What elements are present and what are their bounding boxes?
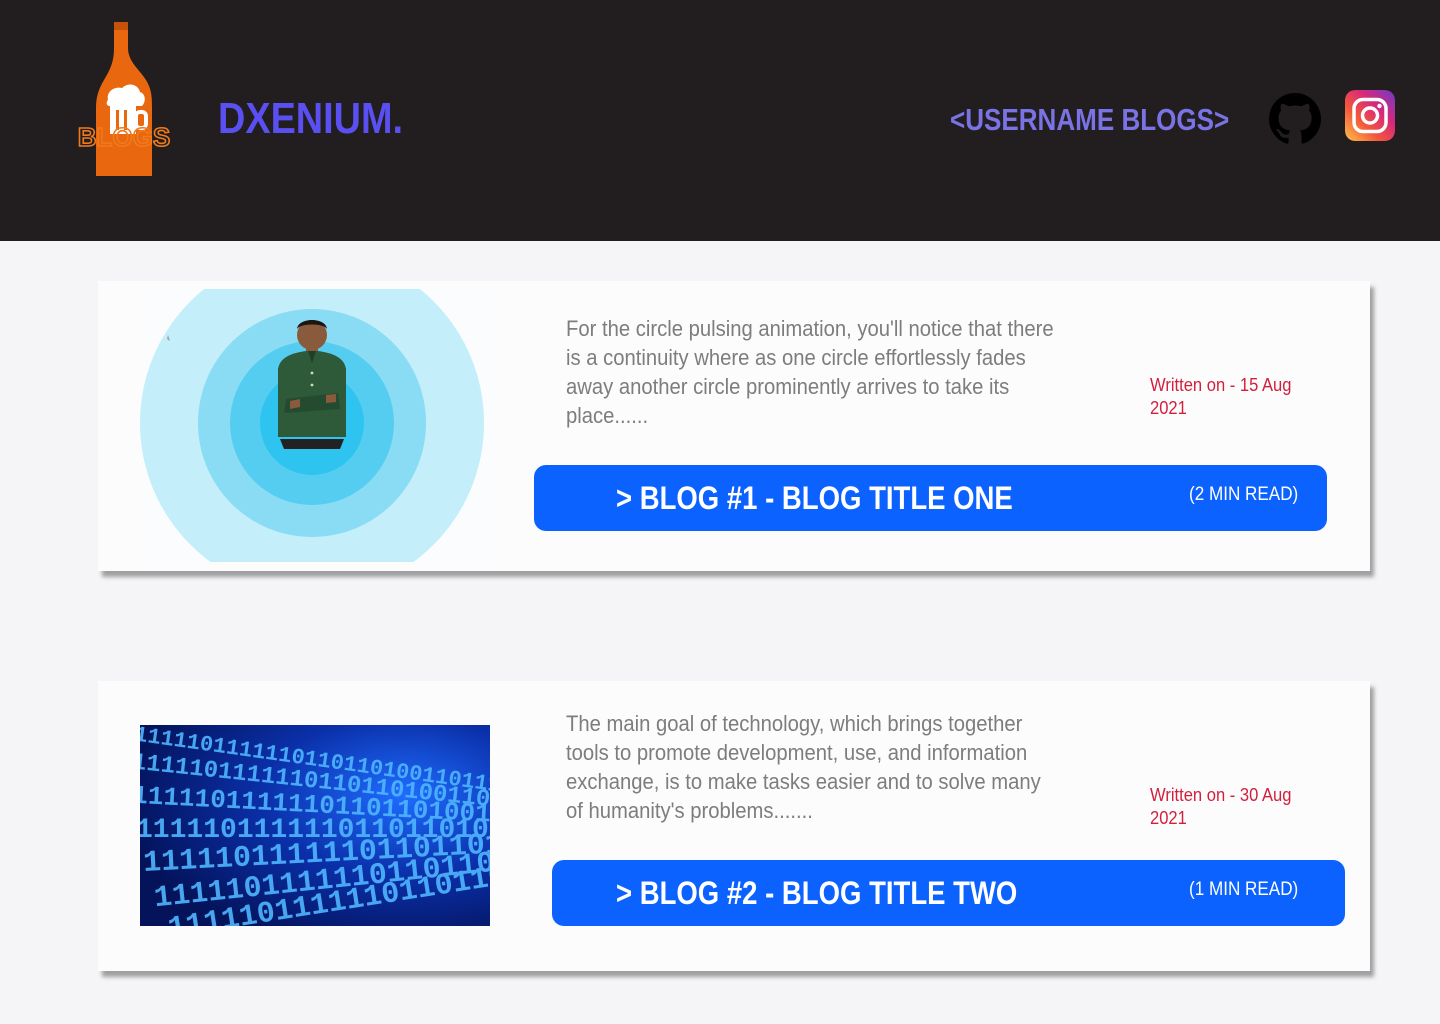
blog-2-read-time: (1 MIN READ) [1189,879,1299,900]
blog-card-2: 1111101111110110110100110111001011000100… [98,681,1370,971]
blog-1-thumbnail [140,289,502,562]
blog-2-title: > BLOG #2 - BLOG TITLE TWO [616,875,1018,911]
blog-1-excerpt: For the circle pulsing animation, you'll… [566,316,1054,428]
instagram-icon[interactable] [1345,90,1395,141]
site-header: BLOGS DXENIUM. <USERNAME BLOGS> [0,0,1440,241]
blog-2-thumbnail: 1111101111110110110100110111001011000100… [140,725,490,926]
blogs-logo[interactable]: BLOGS [66,18,182,184]
brand-name[interactable]: DXENIUM. [218,94,403,144]
github-icon[interactable] [1269,93,1321,145]
username-blogs-link[interactable]: <USERNAME BLOGS> [950,102,1229,138]
blog-1-link-button[interactable]: > BLOG #1 - BLOG TITLE ONE (2 MIN READ) [534,465,1327,531]
blog-1-date: Written on - 15 Aug 2021 [1150,375,1292,418]
blog-2-excerpt: The main goal of technology, which bring… [566,711,1041,823]
logo-text: BLOGS [78,122,170,152]
blog-1-title: > BLOG #1 - BLOG TITLE ONE [616,480,1013,516]
blog-2-date: Written on - 30 Aug 2021 [1150,785,1292,828]
blog-card-1: For the circle pulsing animation, you'll… [98,281,1370,571]
blog-1-read-time: (2 MIN READ) [1189,484,1299,505]
blog-2-link-button[interactable]: > BLOG #2 - BLOG TITLE TWO (1 MIN READ) [552,860,1345,926]
